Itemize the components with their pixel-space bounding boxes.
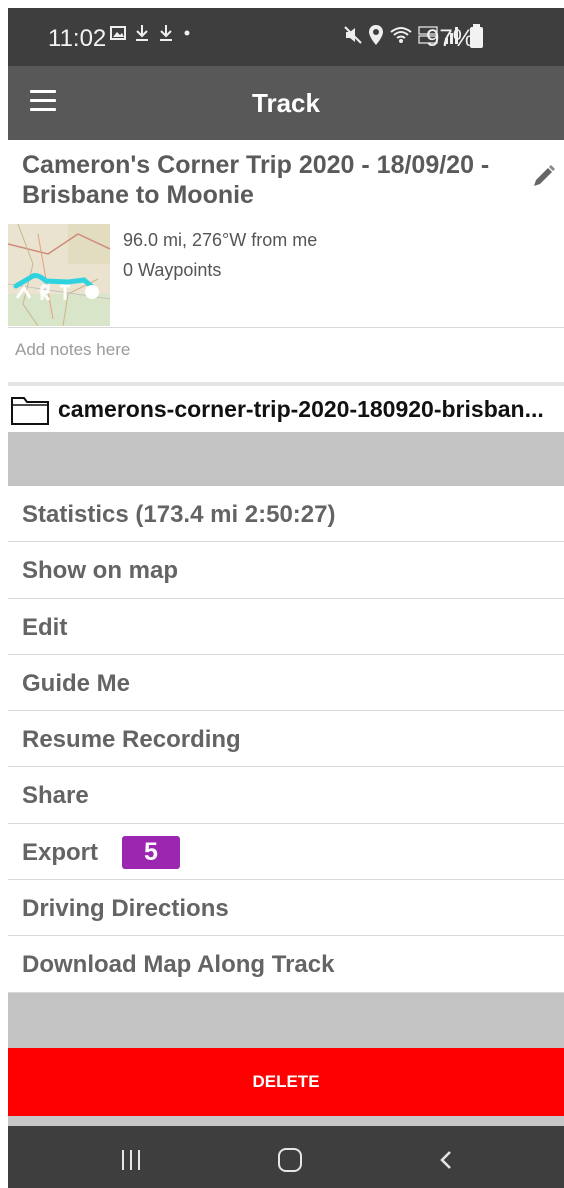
app-bar-title: Track	[252, 88, 320, 118]
bottom-separator	[8, 1116, 564, 1126]
track-actions-list: Statistics (173.4 mi 2:50:27) Show on ma…	[8, 486, 564, 993]
back-icon[interactable]	[438, 1150, 454, 1170]
dot-icon	[184, 30, 190, 36]
menu-item-guide-me[interactable]: Guide Me	[8, 655, 564, 712]
track-map-thumbnail[interactable]	[8, 224, 110, 326]
screen: 11:02 97% Track Cameron's Corner Trip 20…	[8, 8, 564, 1188]
delete-button[interactable]: DELETE	[8, 1048, 564, 1116]
app-bar: Track	[8, 66, 564, 140]
location-icon	[369, 25, 383, 45]
distance-bearing: 96.0 mi, 276°W from me	[123, 230, 318, 250]
export-count-badge: 5	[122, 835, 180, 869]
notification-icons	[110, 24, 192, 42]
section-separator	[8, 432, 564, 486]
recents-icon[interactable]	[122, 1150, 142, 1170]
menu-item-edit[interactable]: Edit	[8, 599, 564, 655]
pencil-icon[interactable]	[530, 160, 556, 190]
status-bar: 11:02 97%	[8, 8, 564, 66]
map-thumbnail-image	[8, 224, 110, 326]
download-icon	[136, 25, 148, 41]
menu-item-export[interactable]: Export 5	[8, 824, 564, 881]
menu-item-share[interactable]: Share	[8, 767, 564, 824]
home-icon[interactable]	[278, 1148, 302, 1172]
menu-item-show-on-map[interactable]: Show on map	[8, 542, 564, 599]
folder-icon	[11, 397, 49, 425]
wifi-icon	[390, 27, 412, 43]
download-icon	[160, 25, 172, 41]
system-nav-bar	[8, 1126, 564, 1188]
battery-icon	[470, 24, 483, 48]
notes-field[interactable]: Add notes here	[15, 340, 130, 360]
menu-item-label: Statistics (173.4 mi 2:50:27)	[22, 501, 336, 528]
folder-row[interactable]: camerons-corner-trip-2020-180920-brisban…	[8, 382, 564, 432]
status-time: 11:02	[48, 25, 107, 52]
menu-item-label: Export	[22, 838, 99, 866]
menu-item-label: Download Map Along Track	[22, 951, 335, 979]
folder-name: camerons-corner-trip-2020-180920-brisban…	[58, 396, 544, 422]
track-title: Cameron's Corner Trip 2020 - 18/09/20 - …	[22, 151, 490, 209]
menu-item-download-map-along-track[interactable]: Download Map Along Track	[8, 936, 564, 993]
menu-item-label: Guide Me	[22, 669, 131, 697]
divider	[8, 327, 564, 328]
gallery-icon	[110, 26, 126, 40]
menu-item-statistics[interactable]: Statistics (173.4 mi 2:50:27)	[8, 486, 564, 543]
menu-item-label: Share	[22, 782, 89, 810]
menu-item-label: Edit	[22, 613, 68, 641]
mute-icon	[344, 26, 362, 44]
section-separator	[8, 993, 564, 1048]
waypoint-count: 0 Waypoints	[123, 260, 222, 280]
menu-item-driving-directions[interactable]: Driving Directions	[8, 880, 564, 937]
menu-item-label: Resume Recording	[22, 726, 241, 754]
menu-item-resume-recording[interactable]: Resume Recording	[8, 711, 564, 768]
menu-item-label: Show on map	[22, 557, 178, 585]
menu-item-label: Driving Directions	[22, 895, 229, 923]
battery-percent: 97%	[426, 25, 475, 52]
